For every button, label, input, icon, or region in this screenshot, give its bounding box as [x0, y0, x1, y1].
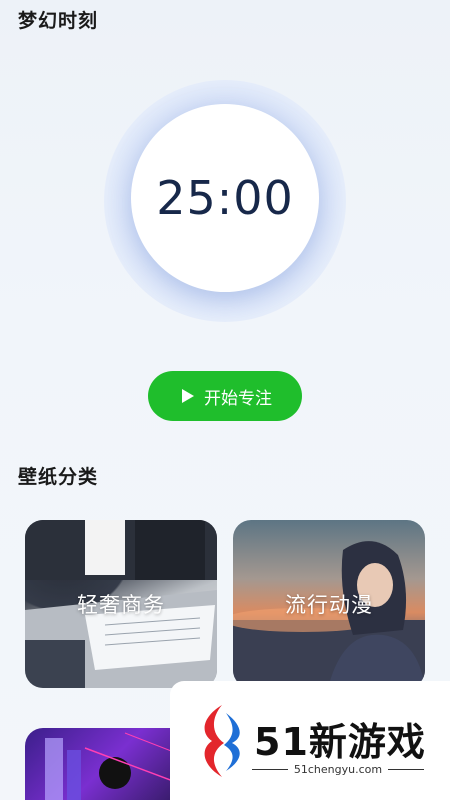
divider	[388, 769, 424, 770]
category-card-anime[interactable]: 流行动漫	[233, 520, 425, 688]
play-icon	[178, 387, 196, 405]
watermark-name: 51新游戏	[254, 720, 426, 764]
start-focus-label: 开始专注	[204, 388, 272, 409]
wallpaper-section-title: 壁纸分类	[18, 466, 99, 488]
watermark-logo-icon	[204, 705, 240, 777]
category-label: 流行动漫	[285, 593, 373, 617]
category-label: 轻奢商务	[77, 593, 165, 617]
divider	[252, 769, 288, 770]
timer-dial[interactable]: 25:00	[131, 104, 319, 292]
category-card-business[interactable]: 轻奢商务	[25, 520, 217, 688]
timer-display: 25:00	[156, 171, 294, 225]
start-focus-button[interactable]: 开始专注	[148, 371, 302, 421]
app-title: 梦幻时刻	[18, 10, 99, 32]
watermark-badge: 51新游戏 51chengyu.com	[170, 681, 450, 800]
watermark-url-row: 51chengyu.com	[252, 763, 424, 776]
watermark-url: 51chengyu.com	[293, 763, 383, 776]
